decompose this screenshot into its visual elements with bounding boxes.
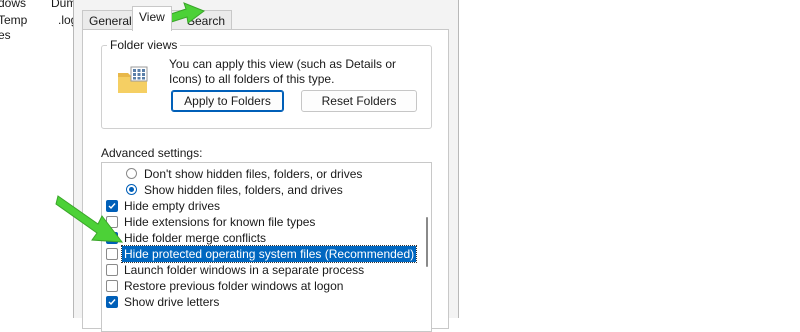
list-item-selected[interactable]: Hide protected operating system files (R… xyxy=(102,245,418,263)
bg-file-name-2: Temp xyxy=(0,13,28,27)
checkbox[interactable] xyxy=(106,296,118,308)
check-icon xyxy=(108,299,116,306)
radio-button[interactable] xyxy=(126,168,137,179)
folder-options-dialog: General Search View Folder views You can… xyxy=(73,0,459,332)
list-item[interactable]: Show hidden files, folders, and drives xyxy=(102,182,412,198)
tab-general[interactable]: General xyxy=(82,10,139,30)
list-item[interactable]: Show drive letters xyxy=(102,294,412,310)
list-item[interactable]: Hide empty drives xyxy=(102,198,412,214)
list-item-label: Show hidden files, folders, and drives xyxy=(144,183,343,197)
apply-to-folders-button[interactable]: Apply to Folders xyxy=(171,90,284,112)
view-tab-panel: Folder views You can apply this view (su… xyxy=(82,29,449,332)
list-item-label: Restore previous folder windows at logon xyxy=(124,279,344,293)
checkbox[interactable] xyxy=(106,264,118,276)
list-item-label: Hide folder merge conflicts xyxy=(124,231,267,245)
advanced-settings-label: Advanced settings: xyxy=(101,146,203,160)
list-item-label: Hide extensions for known file types xyxy=(124,215,316,229)
folder-view-icon xyxy=(117,65,149,95)
reset-folders-button[interactable]: Reset Folders xyxy=(301,90,417,112)
folder-views-group: Folder views You can apply this view (su… xyxy=(101,38,432,129)
list-scrollbar[interactable] xyxy=(425,167,429,327)
list-item-label: Hide protected operating system files (R… xyxy=(120,245,418,263)
list-item[interactable]: Launch folder windows in a separate proc… xyxy=(102,262,412,278)
list-item[interactable]: Restore previous folder windows at logon xyxy=(102,278,412,294)
tab-view[interactable]: View xyxy=(132,6,172,31)
checkbox[interactable] xyxy=(106,280,118,292)
scrollbar-thumb[interactable] xyxy=(426,217,428,267)
list-item[interactable]: Don't show hidden files, folders, or dri… xyxy=(102,166,412,182)
bg-file-name-1: dows xyxy=(0,0,27,10)
annotation-arrow-icon xyxy=(55,195,124,243)
list-item-label: Show drive letters xyxy=(124,295,220,309)
list-item-label: Launch folder windows in a separate proc… xyxy=(124,263,365,277)
folder-views-legend: Folder views xyxy=(107,38,181,52)
list-item[interactable]: Hide folder merge conflicts xyxy=(102,230,412,246)
folder-views-description: You can apply this view (such as Details… xyxy=(169,57,397,86)
list-item-label: Hide empty drives xyxy=(124,199,221,213)
bg-file-name-3: es xyxy=(0,28,11,42)
list-item-label: Don't show hidden files, folders, or dri… xyxy=(144,167,363,181)
list-item[interactable]: Hide extensions for known file types xyxy=(102,214,412,230)
advanced-settings-list[interactable]: Don't show hidden files, folders, or dri… xyxy=(101,162,432,332)
